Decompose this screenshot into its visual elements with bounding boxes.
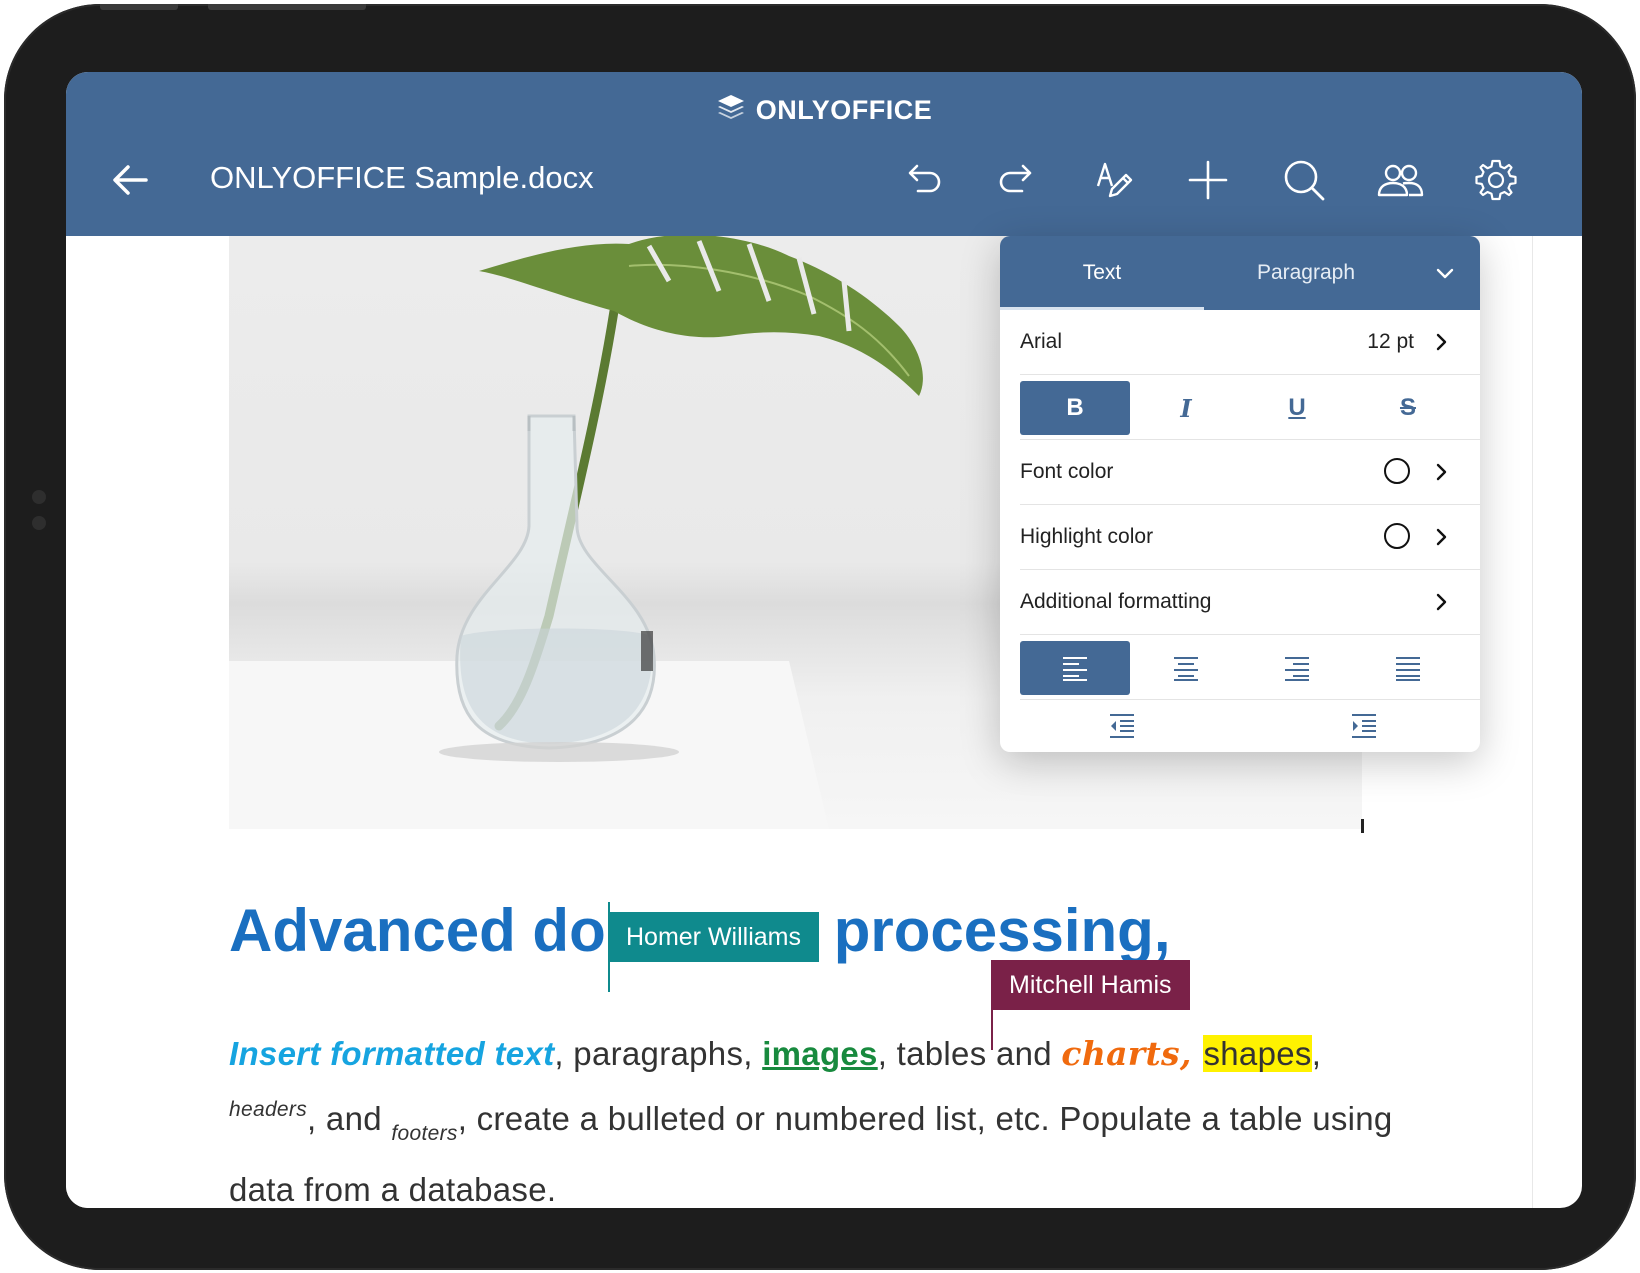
tablet-frame: ONLYOFFICE ONLYOFFICE Sample.docx Advanc… — [4, 4, 1636, 1270]
justify-icon — [1396, 657, 1420, 681]
subscript-text: footers — [391, 1122, 458, 1145]
align-center-icon — [1174, 657, 1198, 681]
italic-button[interactable]: I — [1131, 381, 1241, 435]
indent-buttons — [1020, 700, 1480, 752]
font-color-swatch — [1384, 458, 1410, 484]
text-run: , tables and — [877, 1035, 1062, 1072]
formatted-text: Insert formatted text — [229, 1035, 555, 1072]
document-paragraph[interactable]: Insert formatted text, paragraphs, image… — [229, 1026, 1399, 1208]
search-icon[interactable] — [1276, 152, 1332, 208]
chevron-right-icon — [1436, 333, 1447, 351]
align-right-button[interactable] — [1242, 641, 1352, 695]
text-run: , create a bulleted or numbered list, et… — [229, 1100, 1393, 1208]
align-left-icon — [1063, 657, 1087, 681]
font-row[interactable]: Arial 12 pt — [1020, 310, 1480, 375]
justify-button[interactable] — [1353, 641, 1463, 695]
device-button — [100, 4, 178, 10]
app-screen: ONLYOFFICE ONLYOFFICE Sample.docx Advanc… — [66, 72, 1582, 1208]
tab-paragraph[interactable]: Paragraph — [1204, 236, 1408, 310]
tab-text[interactable]: Text — [1000, 236, 1204, 310]
add-icon[interactable] — [1180, 152, 1236, 208]
increase-indent-button[interactable] — [1350, 712, 1378, 745]
align-center-button[interactable] — [1131, 641, 1241, 695]
top-toolbar: ONLYOFFICE ONLYOFFICE Sample.docx — [66, 72, 1582, 236]
text-run: , and — [307, 1100, 392, 1137]
font-color-label: Font color — [1020, 460, 1114, 483]
font-name: Arial — [1020, 330, 1063, 353]
highlight-color-swatch — [1384, 523, 1410, 549]
text-run: , — [1179, 1034, 1204, 1073]
heading-part-1: Advanced do — [229, 897, 606, 964]
align-right-icon — [1285, 657, 1309, 681]
camera-dot — [32, 516, 46, 530]
decrease-indent-icon — [1110, 714, 1134, 738]
device-button — [208, 4, 366, 10]
images-link[interactable]: images — [762, 1035, 878, 1072]
chevron-down-icon[interactable] — [1434, 262, 1456, 290]
users-icon[interactable] — [1372, 152, 1428, 208]
text-cursor — [1361, 819, 1364, 833]
highlighted-text: shapes — [1203, 1035, 1312, 1072]
font-color-row[interactable]: Font color — [1020, 440, 1480, 505]
edit-text-icon[interactable] — [1086, 152, 1142, 208]
undo-icon[interactable] — [894, 152, 950, 208]
font-size: 12 pt — [1367, 330, 1414, 353]
highlight-color-row[interactable]: Highlight color — [1020, 505, 1480, 570]
strikethrough-button[interactable]: S — [1353, 381, 1463, 435]
charts-text: charts — [1061, 1034, 1180, 1073]
heading-part-2: processing, — [833, 897, 1171, 964]
text-format-panel: Text Paragraph Arial 12 pt B I U S Font … — [1000, 236, 1480, 752]
additional-formatting-row[interactable]: Additional formatting — [1020, 570, 1480, 635]
align-left-button[interactable] — [1020, 641, 1130, 695]
increase-indent-icon — [1352, 714, 1376, 738]
chevron-right-icon — [1436, 463, 1447, 481]
underline-button[interactable]: U — [1242, 381, 1352, 435]
onlyoffice-logo-icon — [716, 92, 746, 129]
collaborator-tag-homer: Homer Williams — [608, 912, 819, 962]
decrease-indent-button[interactable] — [1108, 712, 1136, 745]
collaborator-tag-mitchell: Mitchell Hamis — [991, 960, 1190, 1010]
document-title: ONLYOFFICE Sample.docx — [210, 160, 594, 195]
brand: ONLYOFFICE — [66, 92, 1582, 129]
chevron-right-icon — [1436, 593, 1447, 611]
alignment-buttons — [1020, 635, 1480, 700]
brand-name: ONLYOFFICE — [755, 95, 933, 125]
back-arrow-icon[interactable] — [102, 152, 158, 208]
redo-icon[interactable] — [990, 152, 1046, 208]
settings-icon[interactable] — [1468, 152, 1524, 208]
additional-formatting-label: Additional formatting — [1020, 590, 1212, 613]
text-run: , — [1311, 1035, 1322, 1072]
text-run: , paragraphs, — [554, 1035, 763, 1072]
style-buttons: B I U S — [1020, 375, 1480, 440]
highlight-color-label: Highlight color — [1020, 525, 1154, 548]
bold-button[interactable]: B — [1020, 381, 1130, 435]
chevron-right-icon — [1436, 528, 1447, 546]
panel-tabs: Text Paragraph — [1000, 236, 1480, 310]
camera-dot — [32, 490, 46, 504]
superscript-text: headers — [229, 1098, 307, 1121]
